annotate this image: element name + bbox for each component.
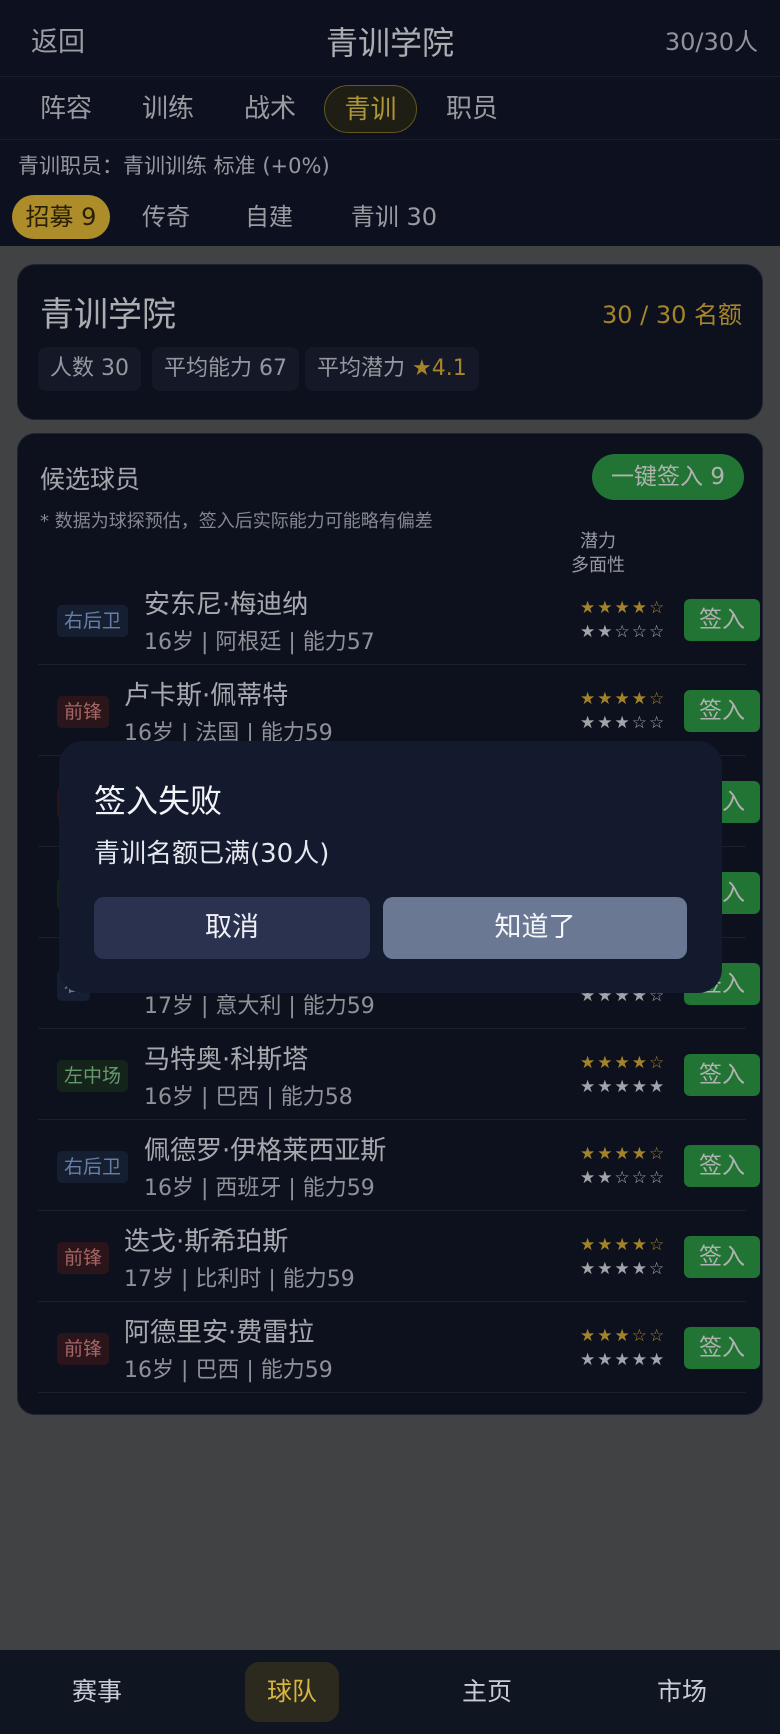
nav-home[interactable]: 主页	[440, 1662, 534, 1722]
nav-matches[interactable]: 赛事	[50, 1662, 144, 1722]
nav-market[interactable]: 市场	[635, 1662, 729, 1722]
dialog-title: 签入失败	[94, 782, 223, 820]
bottom-nav: 赛事 球队 主页 市场	[0, 1650, 780, 1734]
dialog-message: 青训名额已满(30人)	[94, 839, 330, 869]
cancel-button[interactable]: 取消	[94, 897, 370, 959]
sign-failed-dialog: 签入失败 青训名额已满(30人) 取消 知道了	[59, 741, 722, 993]
nav-team[interactable]: 球队	[245, 1662, 339, 1722]
confirm-button[interactable]: 知道了	[383, 897, 687, 959]
